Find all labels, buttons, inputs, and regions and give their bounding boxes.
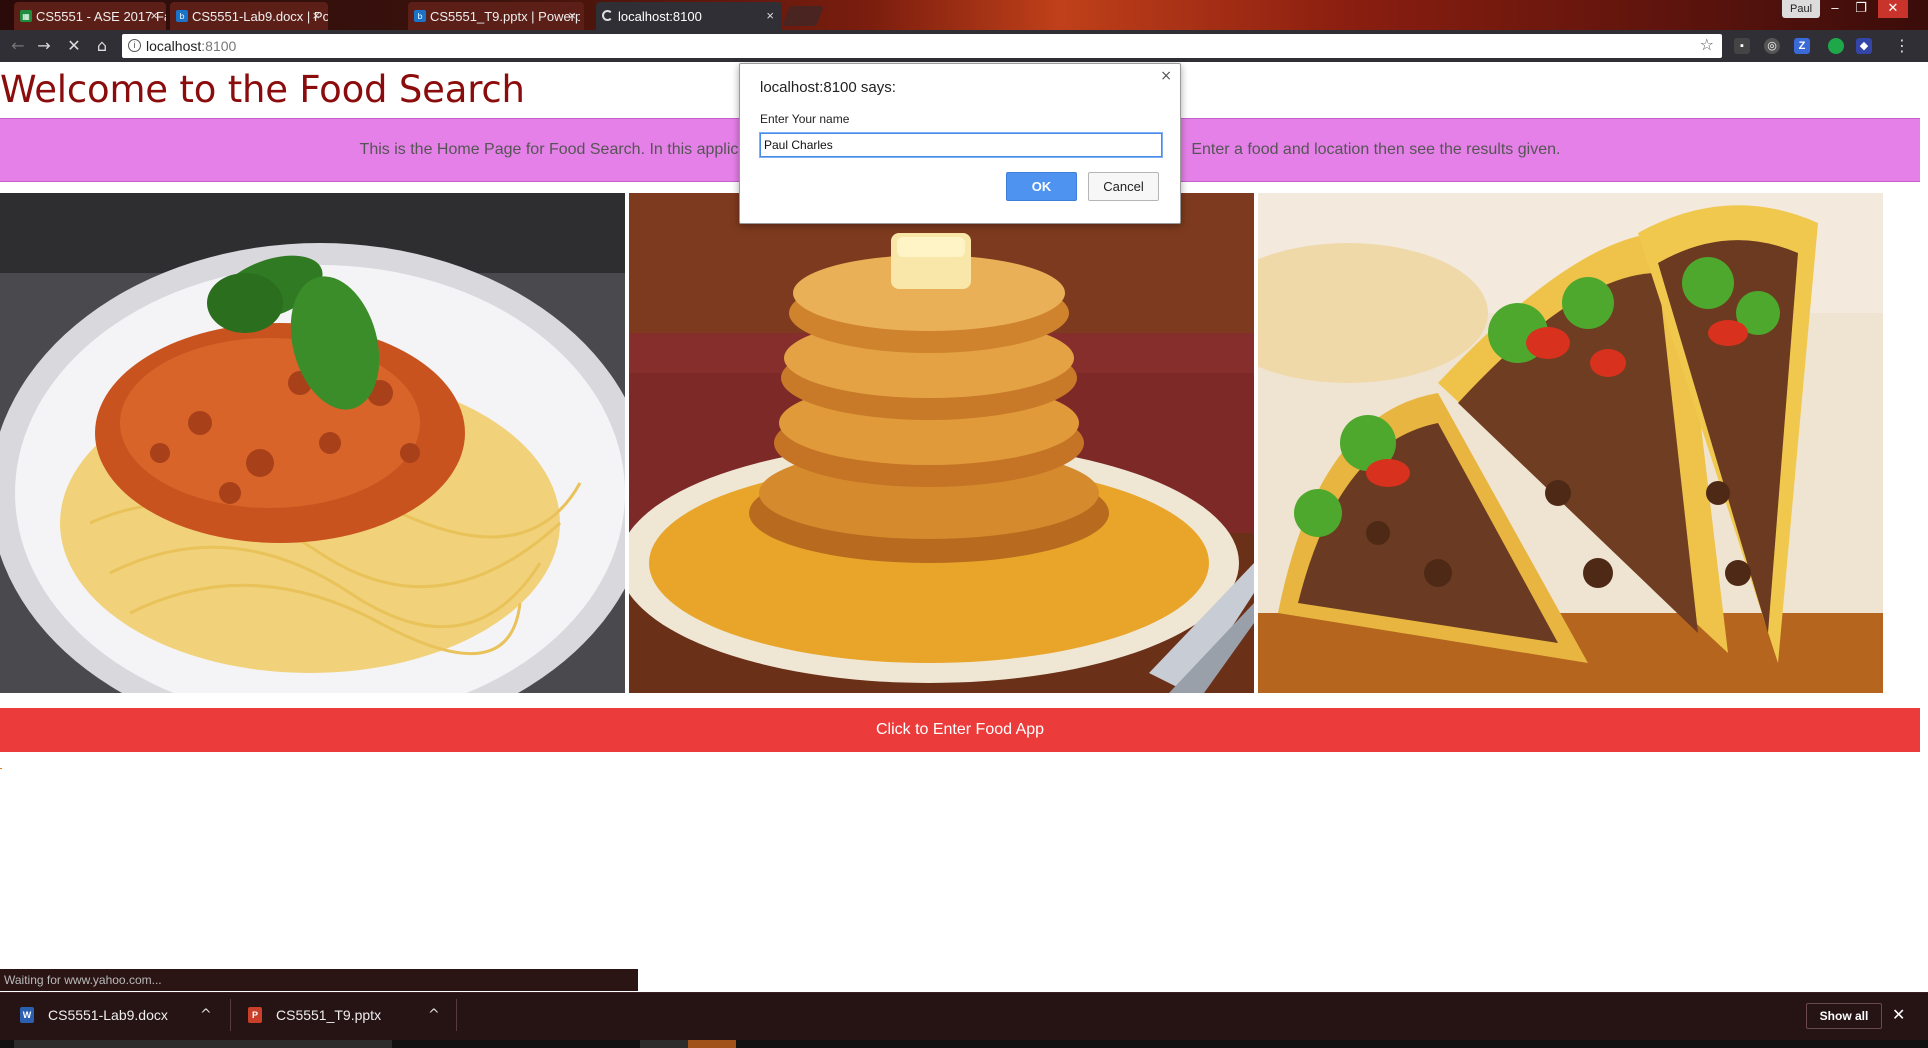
page-title: Welcome to the Food Search bbox=[0, 68, 525, 111]
chevron-up-icon[interactable]: ^ bbox=[428, 993, 440, 1037]
menu-icon[interactable]: ⋮ bbox=[1892, 36, 1912, 56]
loading-spinner-icon bbox=[602, 10, 613, 21]
new-tab-button[interactable] bbox=[782, 6, 824, 26]
browser-tab-active[interactable]: localhost:8100 × bbox=[596, 2, 782, 30]
divider bbox=[456, 999, 457, 1031]
chevron-up-icon[interactable]: ^ bbox=[200, 993, 212, 1037]
tab-close-icon[interactable]: × bbox=[312, 8, 320, 23]
intro-text-left: This is the Home Page for Food Search. I… bbox=[359, 141, 739, 158]
powerpoint-icon: P bbox=[248, 1007, 262, 1023]
tab-close-icon[interactable]: × bbox=[766, 8, 774, 23]
home-icon[interactable]: ⌂ bbox=[92, 36, 112, 56]
browser-tab[interactable]: ▦ CS5551 - ASE 2017 Fall - × bbox=[14, 2, 166, 30]
sheets-icon: ▦ bbox=[20, 10, 32, 22]
box-icon: b bbox=[414, 10, 426, 22]
stop-loading-icon[interactable]: ✕ bbox=[64, 36, 84, 56]
browser-tab[interactable]: b CS5551-Lab9.docx | Pow × bbox=[170, 2, 328, 30]
name-input[interactable] bbox=[760, 133, 1162, 157]
taskbar-strip bbox=[0, 1040, 1928, 1048]
back-icon[interactable]: ← bbox=[8, 36, 28, 56]
extension-icon[interactable] bbox=[1828, 38, 1844, 54]
browser-tab[interactable]: b CS5551_T9.pptx | Powerp × bbox=[408, 2, 584, 30]
bookmark-star-icon[interactable]: ☆ bbox=[1700, 34, 1714, 58]
profile-button[interactable]: Paul bbox=[1782, 0, 1821, 18]
taskbar-segment bbox=[688, 1040, 736, 1048]
status-bubble: Waiting for www.yahoo.com... bbox=[0, 969, 638, 991]
taskbar-segment bbox=[14, 1040, 392, 1048]
box-icon: b bbox=[176, 10, 188, 22]
extension-icon[interactable]: ◎ bbox=[1764, 38, 1780, 54]
download-item[interactable]: P CS5551_T9.pptx ^ bbox=[228, 993, 448, 1037]
prompt-dialog: localhost:8100 says: × Enter Your name O… bbox=[739, 63, 1181, 224]
tab-title: CS5551 - ASE 2017 Fall - bbox=[36, 8, 166, 24]
tacos-image bbox=[1258, 193, 1883, 693]
browser-toolbar: ← → ✕ ⌂ i localhost:8100 ☆ ▪ ◎ Z ◆ ⋮ bbox=[0, 30, 1928, 62]
taskbar-segment bbox=[640, 1040, 688, 1048]
tab-title: CS5551_T9.pptx | Powerp bbox=[430, 8, 580, 24]
spaghetti-image bbox=[0, 193, 625, 693]
stray-mark bbox=[0, 768, 2, 769]
address-bar[interactable]: i localhost:8100 ☆ bbox=[122, 34, 1722, 58]
dialog-close-icon[interactable]: × bbox=[1160, 68, 1172, 84]
restore-icon[interactable]: ❐ bbox=[1848, 0, 1874, 18]
window-close-icon[interactable]: ✕ bbox=[1878, 0, 1908, 18]
download-filename: CS5551-Lab9.docx bbox=[48, 1007, 168, 1023]
enter-food-app-button[interactable]: Click to Enter Food App bbox=[0, 708, 1920, 752]
address-host: localhost bbox=[146, 38, 202, 54]
cancel-button[interactable]: Cancel bbox=[1088, 172, 1159, 201]
tab-title: CS5551-Lab9.docx | Pow bbox=[192, 8, 328, 24]
tab-close-icon[interactable]: × bbox=[150, 8, 158, 23]
intro-text-right: Enter a food and location then see the r… bbox=[1191, 141, 1561, 158]
close-icon[interactable]: ✕ bbox=[1892, 1003, 1905, 1027]
address-port: :8100 bbox=[201, 38, 237, 54]
dialog-prompt-label: Enter Your name bbox=[760, 112, 850, 126]
extension-icon[interactable]: ◆ bbox=[1856, 38, 1872, 54]
dialog-title: localhost:8100 says: bbox=[760, 79, 896, 96]
tab-title: localhost:8100 bbox=[618, 8, 702, 24]
minimize-icon[interactable]: – bbox=[1822, 0, 1848, 18]
zotero-extension-icon[interactable]: Z bbox=[1794, 38, 1810, 54]
word-doc-icon: W bbox=[20, 1007, 34, 1023]
forward-icon[interactable]: → bbox=[34, 36, 54, 56]
download-item[interactable]: W CS5551-Lab9.docx ^ bbox=[0, 993, 220, 1037]
download-filename: CS5551_T9.pptx bbox=[276, 1007, 382, 1023]
ok-button[interactable]: OK bbox=[1006, 172, 1077, 201]
site-info-icon[interactable]: i bbox=[128, 39, 141, 52]
tab-close-icon[interactable]: × bbox=[568, 8, 576, 23]
extension-icon[interactable]: ▪ bbox=[1734, 38, 1750, 54]
show-all-button[interactable]: Show all bbox=[1806, 1003, 1882, 1029]
pancakes-image bbox=[629, 193, 1254, 693]
browser-tab-strip: ▦ CS5551 - ASE 2017 Fall - × b CS5551-La… bbox=[0, 0, 1928, 30]
